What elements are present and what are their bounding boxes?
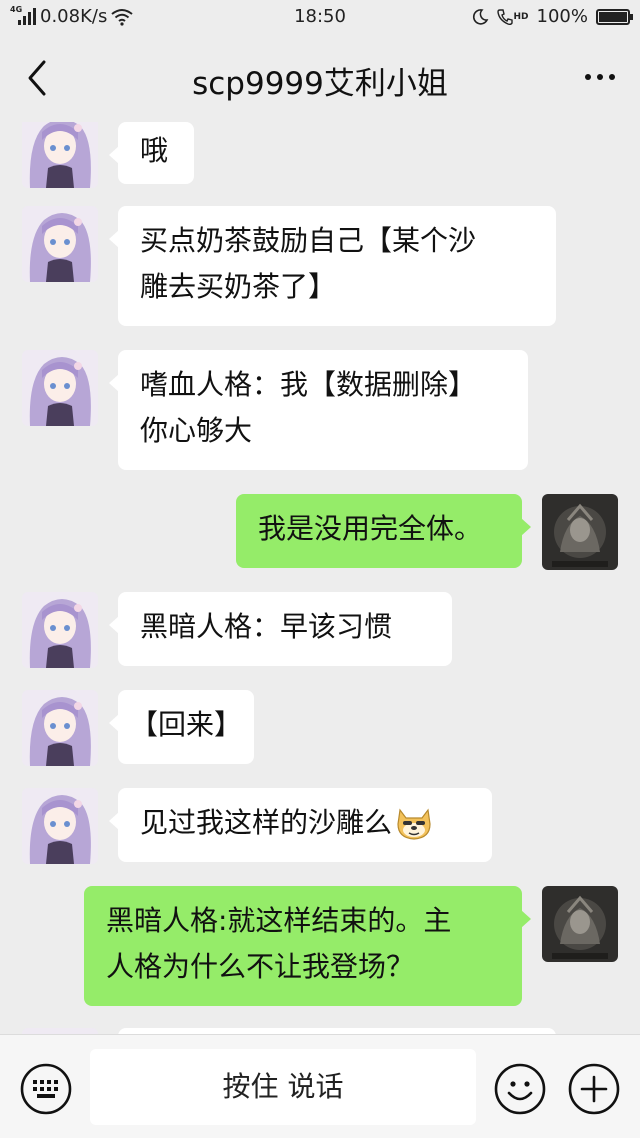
contact-avatar[interactable] [22,206,98,282]
input-bar: 按住 说话 [0,1034,640,1138]
message-text-line: 嗜血人格：我【数据删除】 [140,368,477,401]
message-bubble-outgoing[interactable]: 我是没用完全体。 [236,494,531,568]
message-text: 我是没用完全体。 [258,512,483,545]
message-bubble-incoming[interactable]: 见过我这样的沙雕么 [109,788,492,862]
message-bubble-outgoing[interactable]: 黑暗人格:就这样结束的。主 人格为什么不让我登场？ [84,886,531,1006]
message-bubble-incoming[interactable]: 黑暗人格：早该习惯 [109,592,452,666]
doge-emoji-icon [397,808,431,840]
my-avatar[interactable] [542,886,618,962]
message-text-line: 黑暗人格:就这样结束的。主 [106,904,452,937]
hold-to-talk-button[interactable]: 按住 说话 [90,1049,476,1125]
hd-label: HD [513,11,529,22]
message-bubble-incoming[interactable]: 买点奶茶鼓励自己【某个沙 雕去买奶茶了】 [109,206,556,326]
status-right: HD 100% [471,6,633,27]
plus-icon [568,1063,620,1115]
more-functions-button[interactable] [568,1063,620,1115]
message-text-line: 买点奶茶鼓励自己【某个沙 [140,224,477,257]
moon-icon [472,8,488,25]
chat-header: scp9999艾利小姐 [0,34,640,122]
hd-call-icon: HD [496,8,529,26]
chevron-left-icon [28,60,46,96]
contact-avatar[interactable] [22,690,98,766]
battery-percent: 100% [536,6,588,27]
keyboard-icon [20,1063,72,1115]
message-text-line: 人格为什么不让我登场？ [106,950,415,983]
more-options-button[interactable] [578,64,622,90]
emoji-icon [494,1063,546,1115]
back-button[interactable] [20,56,60,100]
chat-title: scp9999艾利小姐 [192,66,448,102]
message-text: 【回来】 [130,708,243,741]
contact-avatar[interactable] [22,592,98,668]
contact-avatar[interactable] [22,350,98,426]
more-dot-icon [585,74,591,80]
message-text-line: 你心够大 [140,414,253,447]
message-list[interactable]: 哦 买点奶茶鼓励自己【某个沙 雕去买奶茶了】 嗜血人格：我【数据删除】 你心够大… [0,122,640,1034]
my-avatar[interactable] [542,494,618,570]
message-row: 见过我这样的沙雕么 [140,800,470,846]
contact-avatar[interactable] [22,788,98,864]
message-bubble-incoming[interactable]: 嗜血人格：我【数据删除】 你心够大 [109,350,528,470]
battery-icon [596,8,633,25]
contact-avatar[interactable] [22,122,98,188]
message-text: 黑暗人格：早该习惯 [140,610,393,643]
message-bubble-incoming[interactable]: 【回来】 [109,690,254,764]
status-bar: 4G 0.08K/s 18:50 HD 100% [0,0,640,34]
message-text: 见过我这样的沙雕么 [140,806,393,839]
emoji-button[interactable] [494,1063,546,1115]
message-text-line: 雕去买奶茶了】 [140,270,337,303]
message-bubble-incoming[interactable]: 哦 [109,122,194,184]
message-text: 哦 [140,134,169,167]
keyboard-toggle-button[interactable] [20,1063,72,1115]
